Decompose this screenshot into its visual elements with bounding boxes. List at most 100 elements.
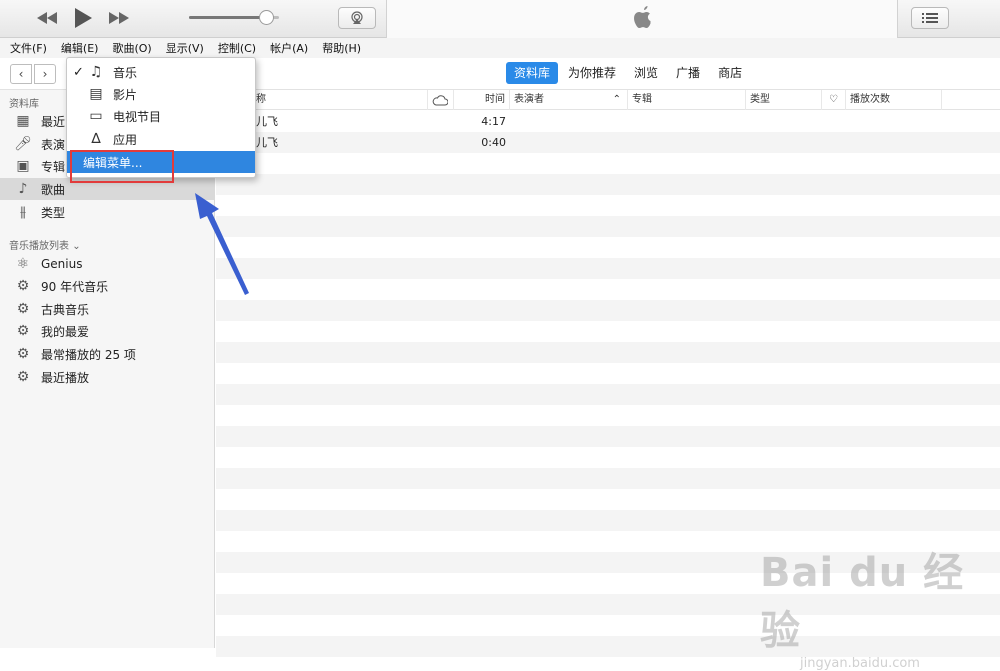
empty-row [216,426,1000,447]
list-icon [922,13,938,23]
sidebar-item-90s[interactable]: ⚙ 90 年代音乐 [0,275,215,297]
empty-row [216,195,1000,216]
tab-library[interactable]: 资料库 [506,62,559,84]
tab-radio[interactable]: 广播 [668,62,708,84]
menu-file[interactable]: 文件(F) [10,40,47,56]
annotation-arrow [195,193,249,295]
forward-button[interactable]: › [34,64,56,84]
sidebar-item-label: 类型 [41,205,66,220]
heart-icon: ♡ [829,94,838,105]
column-genre[interactable]: 类型 [746,90,822,110]
airplay-button[interactable] [338,7,376,29]
gear-icon: ⚙ [16,369,30,385]
song-time: 4:17 [481,115,506,128]
sidebar-item-favorites[interactable]: ⚙ 我的最爱 [0,320,215,342]
gear-icon: ⚙ [16,301,30,317]
menu-item-label: 电视节目 [113,109,162,124]
menu-item-apps[interactable]: ∆ 应用 [67,128,255,150]
back-button[interactable]: ‹ [10,64,32,84]
gear-icon: ⚙ [16,323,30,339]
watermark: Bai du 经验 jingyan.baidu.com [760,540,1000,671]
empty-row [216,447,1000,468]
menu-song[interactable]: 歌曲(O) [112,40,151,56]
column-header-row: 称 时间 表演者 ⌃ 专辑 类型 ♡ 播放次数 [216,90,1000,110]
sort-ascending-icon: ⌃ [612,94,621,105]
tab-browse[interactable]: 浏览 [626,62,666,84]
volume-slider[interactable] [189,10,279,25]
sidebar-item-label: Genius [41,257,83,271]
play-icon [75,8,92,28]
column-time[interactable]: 时间 [454,90,510,110]
fast-forward-icon [109,12,129,24]
checkmark-icon: ✓ [73,64,84,80]
column-artist[interactable]: 表演者 ⌃ [510,90,628,110]
column-icloud[interactable] [428,90,454,110]
empty-row [216,279,1000,300]
playlists-header[interactable]: 音乐播放列表 ⌄ [9,237,81,252]
sidebar-item-recently-played[interactable]: ⚙ 最近播放 [0,366,215,388]
chevron-left-icon: ‹ [18,67,24,81]
menu-controls[interactable]: 控制(C) [218,40,256,56]
table-row[interactable]: 儿飞 4:17 [216,111,1000,132]
column-album[interactable]: 专辑 [628,90,746,110]
volume-knob[interactable] [258,10,274,25]
column-artist-label: 表演者 [514,94,544,105]
play-button[interactable] [70,6,96,30]
up-next-button[interactable] [911,7,949,29]
table-row[interactable]: 儿飞 0:40 [216,132,1000,153]
airplay-icon [351,11,363,24]
sidebar-item-label: 古典音乐 [41,302,90,317]
album-icon: ▣ [16,158,30,174]
empty-row [216,342,1000,363]
sidebar-item-label: 最近 [41,114,66,129]
tab-store[interactable]: 商店 [710,62,750,84]
menu-item-movies[interactable]: ▤ 影片 [67,83,255,105]
tab-for-you[interactable]: 为你推荐 [560,62,624,84]
sidebar-item-top25[interactable]: ⚙ 最常播放的 25 项 [0,343,215,365]
empty-row [216,363,1000,384]
menu-item-music[interactable]: ✓ ♫ 音乐 [67,61,255,83]
chevron-down-icon: ⌄ [72,241,81,252]
menu-help[interactable]: 帮助(H) [322,40,361,56]
empty-row [216,153,1000,174]
rewind-button[interactable] [34,6,60,30]
rewind-icon [37,12,57,24]
sidebar-item-genres[interactable]: ⫵ 类型 [0,201,215,223]
menu-edit[interactable]: 编辑(E) [61,40,99,56]
apple-logo-icon [634,6,651,28]
music-note-icon: ♪ [18,181,28,197]
status-display [386,0,898,38]
tv-icon: ▭ [89,108,103,124]
sidebar-item-label: 我的最爱 [41,324,90,339]
empty-row [216,384,1000,405]
song-time: 0:40 [481,136,506,149]
empty-row [216,468,1000,489]
menu-account[interactable]: 帐户(A) [270,40,308,56]
menu-item-label: 音乐 [113,65,138,80]
menu-bar: 文件(F) 编辑(E) 歌曲(O) 显示(V) 控制(C) 帐户(A) 帮助(H… [0,38,1000,58]
menu-item-tv-shows[interactable]: ▭ 电视节目 [67,105,255,127]
gear-icon: ⚙ [16,278,30,294]
sidebar-item-label: 最近播放 [41,370,90,385]
column-love[interactable]: ♡ [822,90,846,110]
fast-forward-button[interactable] [106,6,132,30]
empty-row [216,321,1000,342]
empty-row [216,258,1000,279]
volume-fill [189,16,266,19]
sidebar-item-classical[interactable]: ⚙ 古典音乐 [0,298,215,320]
column-plays[interactable]: 播放次数 [846,90,942,110]
watermark-url: jingyan.baidu.com [800,656,920,671]
cloud-icon [432,95,449,106]
sidebar-item-label: 最常播放的 25 项 [41,347,136,362]
app-store-icon: ∆ [91,131,101,147]
menu-view[interactable]: 显示(V) [166,40,204,56]
media-tabs: 资料库 为你推荐 浏览 广播 商店 [506,62,752,84]
atom-icon: ⚛ [16,256,30,272]
calendar-grid-icon: ▦ [16,113,30,129]
playlists-header-label: 音乐播放列表 [9,241,69,252]
watermark-brand: Bai du 经验 [760,550,965,654]
sidebar-item-genius[interactable]: ⚛ Genius [0,253,215,275]
empty-row [216,300,1000,321]
empty-row [216,174,1000,195]
chevron-right-icon: › [42,67,48,81]
